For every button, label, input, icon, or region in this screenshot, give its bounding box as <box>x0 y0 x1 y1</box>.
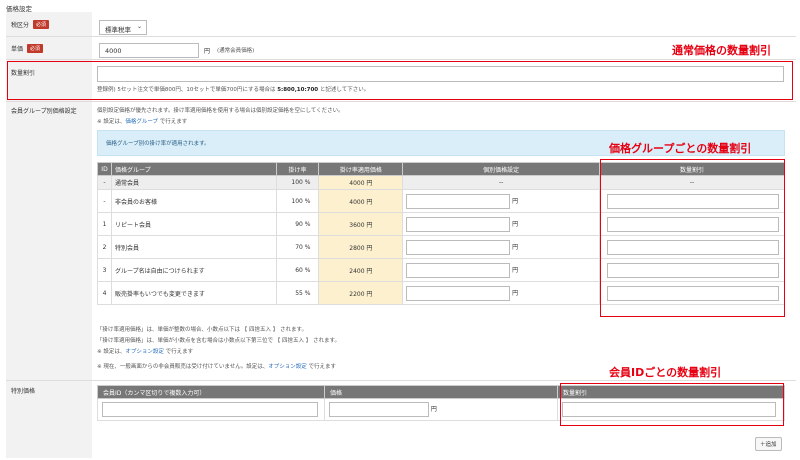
unit-label: 円 <box>512 243 519 251</box>
tax-label-text: 税区分 <box>11 22 30 29</box>
special-price-input[interactable] <box>328 402 429 417</box>
unit-label: 円 <box>430 406 437 413</box>
row-rate: 55 % <box>275 281 320 305</box>
individual-price-input[interactable] <box>406 193 511 209</box>
special-price-cell: 円 <box>323 398 559 421</box>
annotation-box-member <box>560 383 784 426</box>
row-rate: 90 % <box>275 212 320 236</box>
col-group: 価格グループ <box>110 162 277 176</box>
group-label: 会員グループ別価格設定 <box>11 108 77 115</box>
group-foot-4: ※ 現在、一般画面からの非会員販売は受け付けていません。設定は、オプション設定 … <box>97 362 336 370</box>
individual-price-input[interactable] <box>406 262 511 278</box>
annotation-box-normal <box>7 61 793 100</box>
row-id: - <box>97 175 112 190</box>
group-note-suffix: で行えます <box>158 119 188 125</box>
group-foot-4-suffix: で行えます <box>306 364 336 370</box>
row-id: 1 <box>97 212 112 236</box>
required-badge: 必須 <box>27 44 44 53</box>
tax-label: 税区分 必須 <box>11 20 50 29</box>
row-group-name: グループ名は自由につけられます <box>110 258 277 282</box>
row-applied-price: 4000 円 <box>318 189 404 213</box>
annotation-group: 価格グループごとの数量割引 <box>609 142 752 155</box>
group-info-text: 価格グループ別の掛け率が適用されます。 <box>106 141 210 147</box>
row-applied-price: 2400 円 <box>318 258 404 282</box>
row-individual-cell: 円 <box>402 235 600 259</box>
unit-label: 円 <box>512 197 519 205</box>
annotation-member: 会員IDごとの数量割引 <box>609 366 722 379</box>
row-individual-cell: 円 <box>402 258 600 282</box>
row-rate: 100 % <box>275 189 320 213</box>
price-group-link[interactable]: 価格グループ <box>125 119 158 125</box>
individual-price-input[interactable] <box>406 216 511 232</box>
price-label-text: 単価 <box>11 46 24 53</box>
tax-select[interactable]: 標準税率 ⌄ <box>99 20 147 35</box>
tax-select-value: 標準税率 <box>105 26 131 34</box>
member-id-cell <box>97 398 325 421</box>
group-foot-3: ※ 設定は、オプション設定 で行えます <box>97 347 193 355</box>
row-id: - <box>97 189 112 213</box>
row-id: 3 <box>97 258 112 282</box>
annotation-box-group <box>600 159 785 317</box>
row-individual-cell: 円 <box>402 212 600 236</box>
unit-label: 円 <box>512 220 519 228</box>
col-id: ID <box>97 162 112 176</box>
row-group-name: リピート会員 <box>110 212 277 236</box>
row-group-name: 販売掛率もいつでも変更できます <box>110 281 277 305</box>
member-id-input[interactable] <box>102 402 318 417</box>
row-applied-price: 2800 円 <box>318 235 404 259</box>
price-unit: 円 <box>204 48 211 55</box>
row-individual-cell: 円 <box>402 281 600 305</box>
group-note: ※ 設定は、価格グループ で行えます <box>97 117 187 125</box>
option-settings-link[interactable]: オプション設定 <box>268 364 307 370</box>
group-desc: 個別設定価格が優先されます。掛け率適用価格を使用する場合は個別設定価格を空にして… <box>97 108 344 114</box>
col-applied-price: 掛け率適用価格 <box>318 162 404 176</box>
add-button[interactable]: ＋追加 <box>755 437 782 451</box>
row-group-name: 非会員のお客様 <box>110 189 277 213</box>
col-special-price: 価格 <box>323 385 559 399</box>
row-individual-cell: 円 <box>402 189 600 213</box>
row-group-name: 特別会員 <box>110 235 277 259</box>
row-rate: 70 % <box>275 235 320 259</box>
price-label: 単価 必須 <box>11 44 44 53</box>
group-note-prefix: ※ 設定は、 <box>97 119 126 125</box>
row-applied-price: 2200 円 <box>318 281 404 305</box>
special-label: 特別価格 <box>11 388 36 395</box>
unit-label: 円 <box>512 289 519 297</box>
row-applied-price: 3600 円 <box>318 212 404 236</box>
col-rate: 掛け率 <box>275 162 320 176</box>
individual-price-input[interactable] <box>406 285 511 301</box>
group-foot-3-prefix: ※ 設定は、 <box>97 349 126 355</box>
row-applied-price: 4000 円 <box>318 175 404 190</box>
group-foot-4-prefix: ※ 現在、一般画面からの非会員販売は受け付けていません。設定は、 <box>97 364 269 370</box>
group-foot-2: 「掛け率適用価格」は、単価が小数点を含む場合は小数点以下第三位で 【 四捨五入 … <box>97 338 340 344</box>
row-individual-price: -- <box>402 175 600 190</box>
row-group-name: 通常会員 <box>110 175 277 190</box>
price-note: (通常会員価格) <box>217 48 255 54</box>
row-id: 2 <box>97 235 112 259</box>
chevron-down-icon: ⌄ <box>136 23 142 30</box>
row-rate: 100 % <box>275 175 320 190</box>
col-member-id: 会員ID（カンマ区切りで複数入力可） <box>97 385 325 399</box>
price-input[interactable]: 4000 <box>99 43 199 58</box>
required-badge: 必須 <box>33 20 50 29</box>
row-rate: 60 % <box>275 258 320 282</box>
individual-price-input[interactable] <box>406 239 511 255</box>
col-individual-price: 個別価格設定 <box>402 162 600 176</box>
group-foot-3-suffix: で行えます <box>163 349 194 355</box>
row-id: 4 <box>97 281 112 305</box>
group-foot-1: 「掛け率適用価格」は、単価が整数の場合、小数点以下は 【 四捨五入 】 されます… <box>97 327 307 333</box>
unit-label: 円 <box>512 266 519 274</box>
option-settings-link[interactable]: オプション設定 <box>125 349 164 355</box>
annotation-normal: 通常価格の数量割引 <box>672 44 771 57</box>
